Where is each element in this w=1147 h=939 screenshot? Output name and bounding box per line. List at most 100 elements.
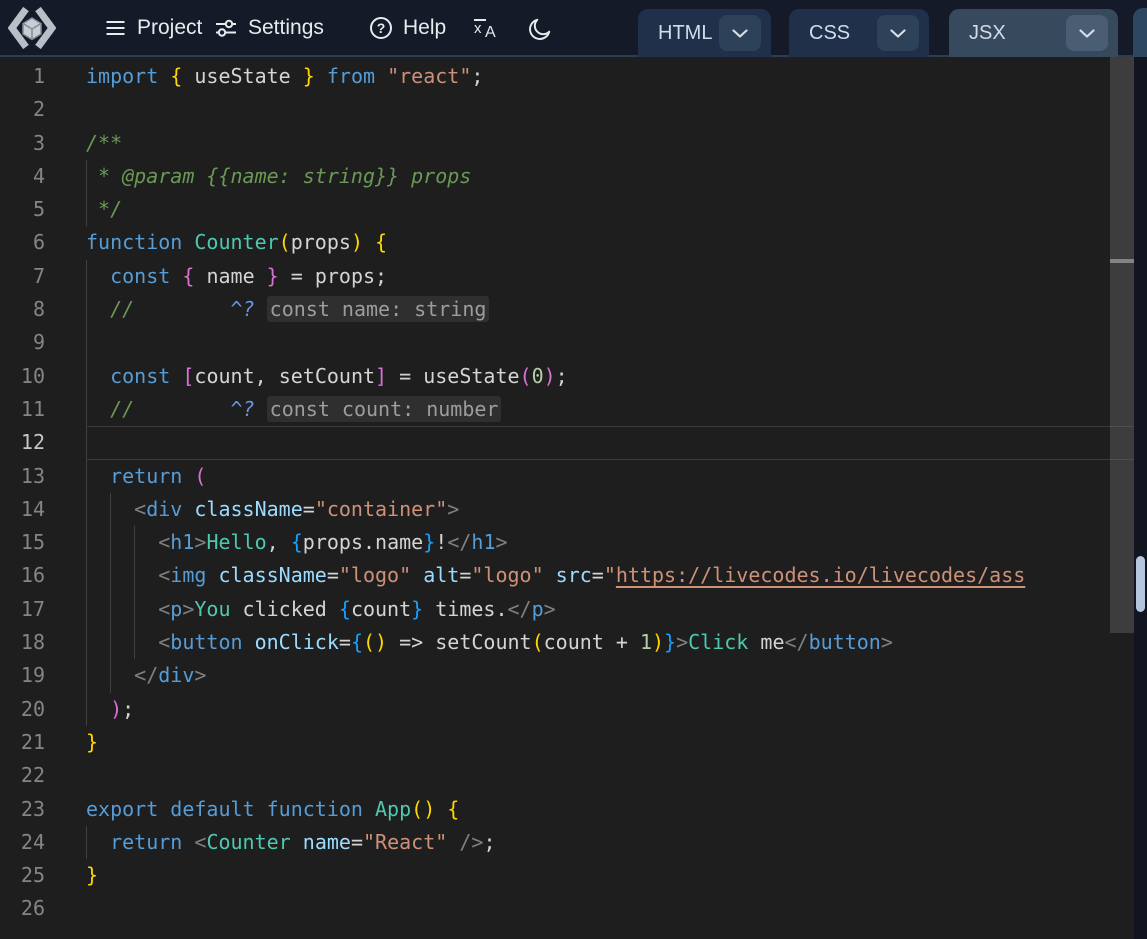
token-str: "React": [363, 830, 447, 854]
code-line-14[interactable]: <div className="container">: [0, 493, 1134, 526]
token-txt: [206, 563, 218, 587]
token-txt: [255, 297, 267, 321]
token-txt: me: [748, 630, 784, 654]
result-pane-corner: [1133, 8, 1147, 57]
code-line-7[interactable]: const { name } = props;: [0, 260, 1134, 293]
tab-html[interactable]: HTML: [638, 9, 771, 57]
token-str: "logo": [471, 563, 543, 587]
code-line-23[interactable]: export default function App() {: [0, 793, 1134, 826]
menu-project-label: Project: [137, 16, 202, 40]
code-line-4[interactable]: * @param {{name: string}} props: [0, 160, 1134, 193]
menu-settings[interactable]: Settings: [213, 12, 324, 44]
code-editor[interactable]: 1234567891011121314151617181920212223242…: [0, 57, 1134, 939]
token-type: Click: [688, 630, 748, 654]
token-txt: clicked: [231, 597, 339, 621]
token-query: ^?: [231, 397, 255, 421]
token-b1: {: [170, 64, 182, 88]
code-line-19[interactable]: </div>: [0, 659, 1134, 692]
split-gutter[interactable]: [1134, 57, 1147, 939]
token-b2: [: [182, 364, 194, 388]
token-pun: >: [182, 597, 194, 621]
tab-jsx-label: JSX: [969, 22, 1006, 45]
code-line-22[interactable]: [0, 759, 1134, 792]
token-txt: name: [194, 264, 266, 288]
token-txt: ;: [483, 830, 495, 854]
indent-guide: [86, 160, 87, 193]
svg-text:?: ?: [377, 20, 386, 36]
token-attr: name: [303, 830, 351, 854]
token-cmt: * @param {{name: string}} props: [86, 164, 471, 188]
token-txt: =: [592, 563, 604, 587]
code-line-1[interactable]: import { useState } from "react";: [0, 60, 1134, 93]
token-str: "container": [315, 497, 447, 521]
token-txt: [363, 797, 375, 821]
code-line-6[interactable]: function Counter(props) {: [0, 226, 1134, 259]
token-b1: {: [447, 797, 459, 821]
code-line-2[interactable]: [0, 93, 1134, 126]
code-line-9[interactable]: [0, 326, 1134, 359]
tab-html-menu-button[interactable]: [719, 15, 761, 51]
token-b1: (: [279, 230, 291, 254]
code-line-20[interactable]: );: [0, 693, 1134, 726]
code-line-11[interactable]: // ^? const count: number: [0, 393, 1134, 426]
code-line-13[interactable]: return (: [0, 460, 1134, 493]
token-txt: = useState: [387, 364, 519, 388]
indent-guide: [86, 493, 87, 526]
menu-help[interactable]: ? Help: [368, 12, 446, 44]
editor-scrollbar-thumb[interactable]: [1110, 57, 1134, 633]
code-line-25[interactable]: }: [0, 859, 1134, 892]
token-txt: [182, 464, 194, 488]
code-line-18[interactable]: <button onClick={() => setCount(count + …: [0, 626, 1134, 659]
current-line-highlight: [86, 426, 1134, 459]
code-line-17[interactable]: <p>You clicked {count} times.</p>: [0, 593, 1134, 626]
code-line-16[interactable]: <img className="logo" alt="logo" src="ht…: [0, 559, 1134, 592]
token-b1: (: [532, 630, 544, 654]
token-b1: }: [303, 64, 315, 88]
token-b1: ): [375, 630, 387, 654]
token-txt: times.: [423, 597, 507, 621]
token-txt: [86, 297, 110, 321]
dark-mode-toggle[interactable]: [527, 13, 553, 45]
token-txt: [158, 797, 170, 821]
code-line-24[interactable]: return <Counter name="React" />;: [0, 826, 1134, 859]
indent-guide: [134, 626, 135, 659]
token-txt: =: [303, 497, 315, 521]
token-txt: [134, 297, 230, 321]
token-kw: const: [110, 364, 170, 388]
token-txt: useState: [182, 64, 302, 88]
tab-jsx[interactable]: JSX: [949, 9, 1118, 57]
menu-project[interactable]: Project: [103, 12, 202, 44]
token-str: "logo": [339, 563, 411, 587]
tab-css[interactable]: CSS: [789, 9, 929, 57]
sliders-icon: [213, 16, 239, 40]
token-b2: (: [194, 464, 206, 488]
code-content[interactable]: import { useState } from "react"; /** * @…: [0, 60, 1134, 926]
token-b3: }: [664, 630, 676, 654]
token-txt: count, setCount: [194, 364, 375, 388]
split-gutter-handle[interactable]: [1136, 556, 1145, 612]
token-b1: }: [86, 730, 98, 754]
code-line-15[interactable]: <h1>Hello, {props.name}!</h1>: [0, 526, 1134, 559]
token-ghost: const name: string: [267, 296, 490, 322]
code-line-10[interactable]: const [count, setCount] = useState(0);: [0, 360, 1134, 393]
token-txt: ;: [471, 64, 483, 88]
code-line-5[interactable]: */: [0, 193, 1134, 226]
menu-settings-label: Settings: [248, 16, 324, 40]
token-kw: function: [267, 797, 363, 821]
token-txt: !: [435, 530, 447, 554]
code-line-21[interactable]: }: [0, 726, 1134, 759]
tab-jsx-menu-button[interactable]: [1066, 15, 1108, 51]
token-txt: [375, 64, 387, 88]
token-type: App: [375, 797, 411, 821]
code-line-12[interactable]: [0, 426, 1134, 459]
token-txt: [86, 697, 110, 721]
livecodes-logo[interactable]: [8, 4, 56, 52]
code-line-8[interactable]: // ^? const name: string: [0, 293, 1134, 326]
token-txt: [243, 630, 255, 654]
code-line-3[interactable]: /**: [0, 127, 1134, 160]
code-line-26[interactable]: [0, 892, 1134, 925]
tab-css-menu-button[interactable]: [877, 15, 919, 51]
translate-button[interactable]: x A: [470, 12, 500, 44]
token-pun: <: [158, 630, 170, 654]
token-pun: <: [158, 563, 170, 587]
